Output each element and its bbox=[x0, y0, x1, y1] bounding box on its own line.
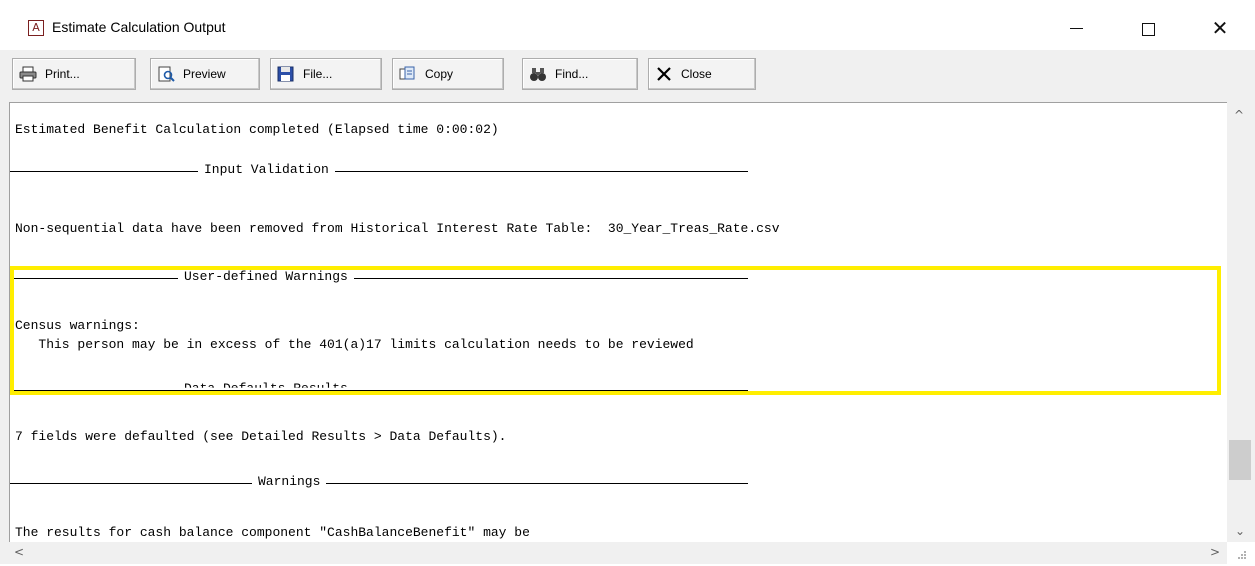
copy-icon bbox=[399, 66, 417, 82]
resize-grip-icon[interactable] bbox=[1232, 548, 1248, 560]
find-button[interactable]: Find... bbox=[522, 58, 638, 90]
section-title-warnings: Warnings bbox=[252, 474, 327, 489]
input-validation-message: Non-sequential data have been removed fr… bbox=[15, 221, 780, 236]
title-bar[interactable]: A Estimate Calculation Output ✕ bbox=[0, 0, 1255, 50]
maximize-icon bbox=[1142, 23, 1155, 36]
horizontal-scrollbar[interactable] bbox=[9, 542, 1227, 564]
section-divider bbox=[10, 483, 748, 484]
scroll-right-icon[interactable]: > bbox=[1210, 545, 1220, 559]
close-x-icon bbox=[655, 66, 673, 82]
minimize-button[interactable] bbox=[1054, 10, 1098, 46]
preview-icon bbox=[157, 66, 175, 82]
file-button[interactable]: File... bbox=[270, 58, 382, 90]
floppy-disk-icon bbox=[277, 66, 295, 82]
copy-button-label: Copy bbox=[425, 67, 454, 81]
vertical-scroll-thumb[interactable] bbox=[1229, 440, 1251, 480]
binoculars-icon bbox=[529, 66, 547, 82]
close-button-label: Close bbox=[681, 67, 712, 81]
minimize-icon bbox=[1070, 28, 1083, 29]
toolbar: Print... Preview File... Copy Find... Cl… bbox=[0, 50, 1255, 100]
section-divider bbox=[10, 171, 748, 172]
app-logo-icon: A bbox=[28, 20, 44, 36]
window-title: Estimate Calculation Output bbox=[52, 19, 226, 35]
section-title-input-validation: Input Validation bbox=[198, 162, 335, 177]
scroll-down-icon[interactable]: ⌄ bbox=[1235, 524, 1245, 538]
scroll-up-icon[interactable]: ^ bbox=[1234, 108, 1244, 122]
find-button-label: Find... bbox=[555, 67, 589, 81]
file-button-label: File... bbox=[303, 67, 333, 81]
cash-balance-warning-message: The results for cash balance component "… bbox=[15, 525, 530, 540]
estimate-output-window: A Estimate Calculation Output ✕ Print...… bbox=[0, 0, 1255, 564]
print-button-label: Print... bbox=[45, 67, 80, 81]
highlight-box bbox=[10, 266, 1221, 395]
maximize-button[interactable] bbox=[1127, 10, 1171, 46]
scroll-left-icon[interactable]: < bbox=[14, 545, 24, 559]
close-window-button[interactable]: ✕ bbox=[1198, 10, 1242, 46]
print-button[interactable]: Print... bbox=[12, 58, 136, 90]
copy-button[interactable]: Copy bbox=[392, 58, 504, 90]
completion-message: Estimated Benefit Calculation completed … bbox=[15, 122, 499, 137]
close-button[interactable]: Close bbox=[648, 58, 756, 90]
data-defaults-message: 7 fields were defaulted (see Detailed Re… bbox=[15, 429, 507, 444]
output-text-area[interactable]: Estimated Benefit Calculation completed … bbox=[9, 102, 1255, 564]
printer-icon bbox=[19, 66, 37, 82]
preview-button-label: Preview bbox=[183, 67, 226, 81]
preview-button[interactable]: Preview bbox=[150, 58, 260, 90]
